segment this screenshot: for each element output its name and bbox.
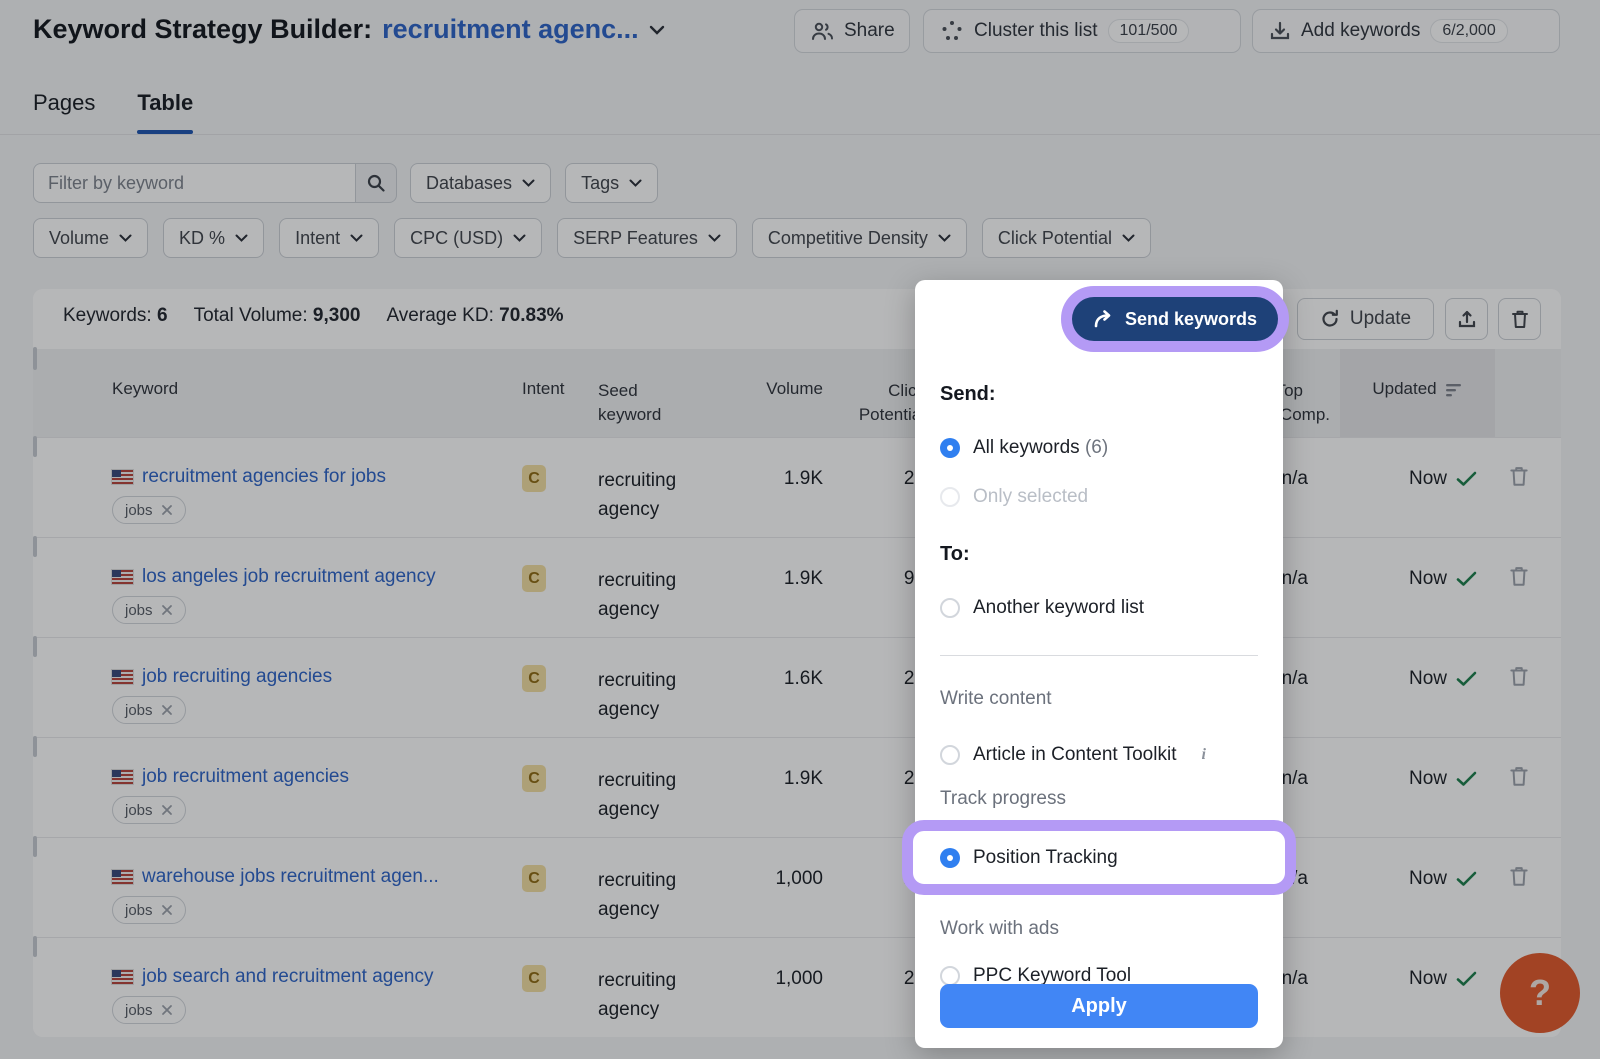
radio-selected-icon[interactable]: [940, 438, 960, 458]
dim-overlay: [0, 0, 1600, 1059]
send-keywords-popover: Send keywords Send: All keywords (6) Onl…: [915, 280, 1283, 1048]
position-tracking-highlight-ring: Position Tracking: [902, 820, 1296, 895]
work-with-ads-label: Work with ads: [940, 918, 1258, 940]
track-progress-label: Track progress: [940, 788, 1258, 810]
send-keywords-highlight-ring: Send keywords: [1061, 286, 1289, 352]
option-only-selected[interactable]: Only selected: [940, 486, 1258, 508]
popover-divider: [940, 655, 1258, 656]
apply-button[interactable]: Apply: [940, 984, 1258, 1028]
radio-icon[interactable]: [940, 966, 960, 986]
option-article-content-toolkit[interactable]: Article in Content Toolkit i: [940, 744, 1258, 766]
option-another-keyword-list[interactable]: Another keyword list: [940, 597, 1258, 619]
radio-selected-icon[interactable]: [940, 848, 960, 868]
radio-disabled-icon: [940, 487, 960, 507]
to-section-label: To:: [940, 543, 1258, 566]
write-content-label: Write content: [940, 688, 1258, 710]
send-section-label: Send:: [940, 383, 1258, 406]
info-icon[interactable]: i: [1201, 746, 1205, 764]
all-keywords-count: (6): [1085, 437, 1108, 458]
keyword-strategy-builder-page: Keyword Strategy Builder: recruitment ag…: [0, 0, 1600, 1059]
option-all-keywords[interactable]: All keywords (6): [940, 437, 1258, 459]
send-arrow-icon: [1093, 310, 1114, 328]
radio-icon[interactable]: [940, 745, 960, 765]
option-position-tracking[interactable]: Position Tracking: [940, 847, 1118, 869]
send-keywords-button[interactable]: Send keywords: [1072, 297, 1278, 341]
radio-icon[interactable]: [940, 598, 960, 618]
